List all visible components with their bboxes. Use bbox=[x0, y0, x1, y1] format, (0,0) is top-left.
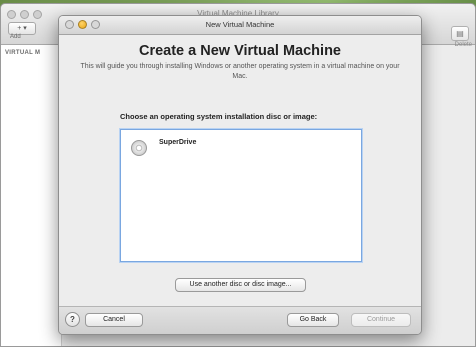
go-back-button[interactable]: Go Back bbox=[287, 313, 339, 327]
choose-os-label: Choose an operating system installation … bbox=[120, 112, 318, 121]
disc-icon bbox=[131, 140, 147, 156]
install-source-list[interactable]: SuperDrive bbox=[120, 129, 362, 262]
dialog-bottom-bar: ? Cancel Go Back Continue bbox=[59, 306, 421, 334]
list-item-label: SuperDrive bbox=[159, 139, 197, 146]
trash-icon: ▤ bbox=[456, 29, 464, 38]
new-vm-dialog: New Virtual Machine Create a New Virtual… bbox=[58, 15, 422, 335]
continue-button[interactable]: Continue bbox=[351, 313, 411, 327]
library-sidebar: VIRTUAL M bbox=[1, 45, 62, 346]
dialog-titlebar: New Virtual Machine bbox=[59, 16, 421, 35]
use-another-disc-button[interactable]: Use another disc or disc image... bbox=[175, 278, 306, 292]
sidebar-header: VIRTUAL M bbox=[5, 50, 41, 56]
page-subtitle: This will guide you through installing W… bbox=[80, 63, 400, 80]
help-button[interactable]: ? bbox=[65, 312, 80, 327]
delete-button[interactable]: ▤ bbox=[451, 26, 469, 41]
delete-label: Delete bbox=[454, 42, 472, 48]
page-title: Create a New Virtual Machine bbox=[138, 43, 341, 59]
cancel-button[interactable]: Cancel bbox=[85, 313, 143, 327]
add-label: Add bbox=[10, 34, 21, 40]
dialog-title: New Virtual Machine bbox=[205, 20, 275, 29]
